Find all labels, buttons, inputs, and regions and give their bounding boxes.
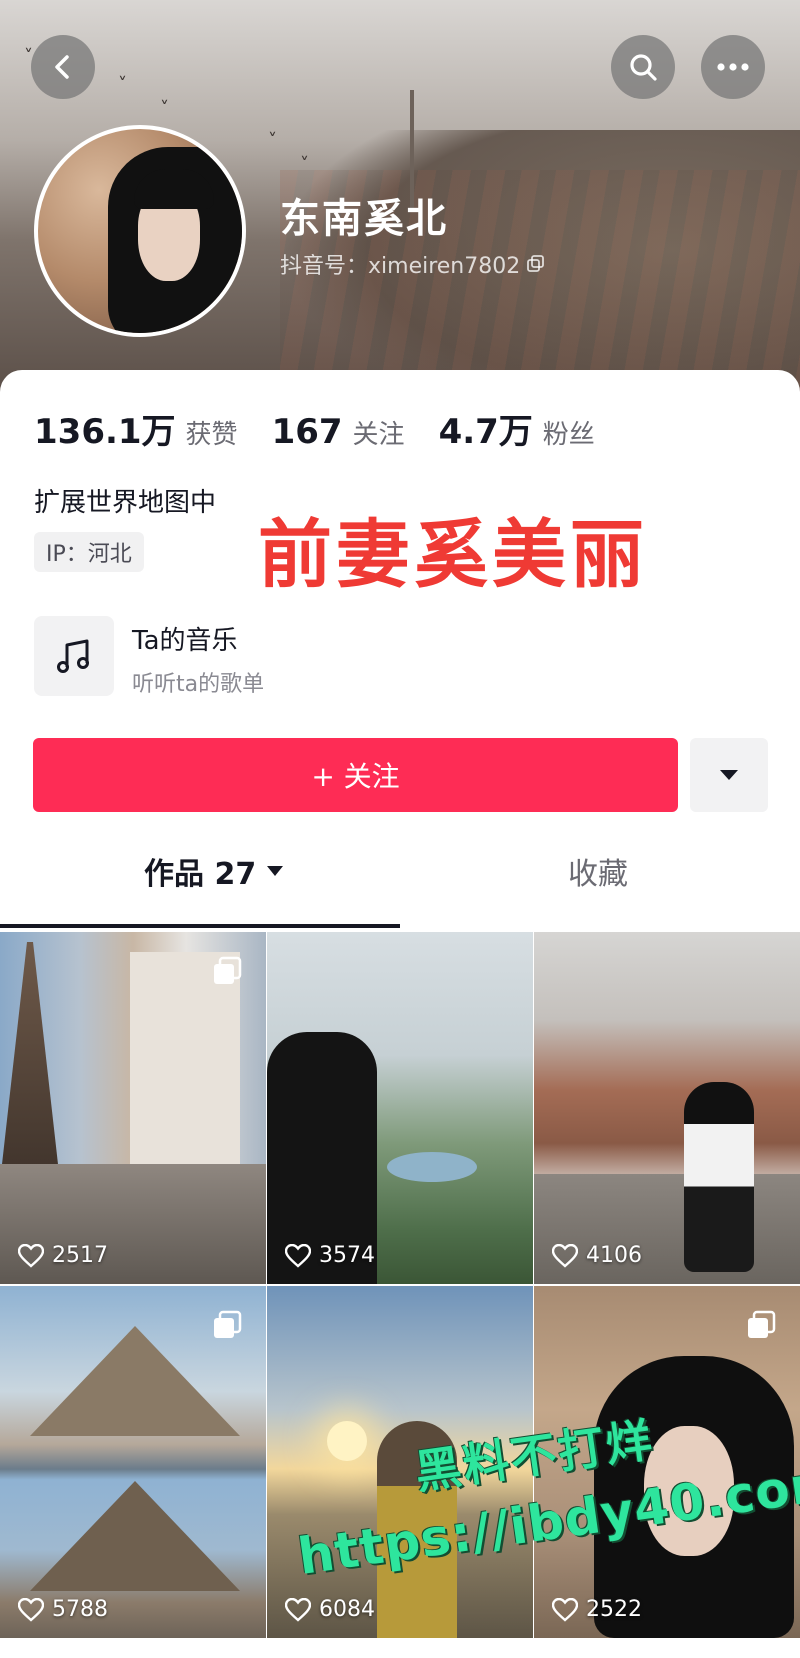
video-tile[interactable]: 4106: [534, 932, 800, 1284]
recommend-dropdown-button[interactable]: [690, 738, 768, 812]
tile-art: [327, 1421, 367, 1461]
back-button[interactable]: [31, 35, 95, 99]
multi-image-icon: [214, 1310, 242, 1338]
like-count-value: 2517: [52, 1243, 108, 1268]
heart-icon: [552, 1243, 578, 1268]
tile-art: [130, 952, 240, 1192]
nickname: 东南奚北: [280, 196, 448, 242]
bird-shape: ˅: [300, 154, 309, 175]
back-icon: [55, 55, 69, 79]
caret-down-icon: [720, 770, 738, 780]
like-count-value: 4106: [586, 1243, 642, 1268]
bird-shape: ˅: [160, 98, 169, 119]
music-title[interactable]: Ta的音乐: [132, 620, 238, 657]
video-tile[interactable]: 2517: [0, 932, 266, 1284]
avatar[interactable]: [34, 125, 246, 337]
like-count: 6084: [285, 1597, 375, 1622]
overlay-title: 前妻奚美丽: [258, 512, 648, 598]
like-count-value: 3574: [319, 1243, 375, 1268]
more-button[interactable]: [701, 35, 765, 99]
multi-image-icon: [214, 956, 242, 984]
video-tile[interactable]: 5788: [0, 1286, 266, 1638]
more-icon: [717, 63, 749, 71]
search-icon: [630, 54, 657, 81]
like-count-value: 6084: [319, 1597, 375, 1622]
heart-icon: [552, 1597, 578, 1622]
follow-button[interactable]: + 关注: [33, 738, 678, 812]
video-tile[interactable]: 3574: [267, 932, 533, 1284]
search-button[interactable]: [611, 35, 675, 99]
stat-likes[interactable]: 136.1万 获赞: [34, 404, 238, 453]
bird-shape: ˅: [118, 74, 127, 95]
copy-icon[interactable]: [526, 254, 546, 274]
stat-followers[interactable]: 4.7万 粉丝: [439, 404, 595, 453]
like-count: 2522: [552, 1597, 642, 1622]
tile-art: [387, 1152, 477, 1182]
tile-art: [30, 1326, 240, 1436]
douyin-id[interactable]: 抖音号：ximeiren7802: [280, 248, 546, 280]
bio-text: 扩展世界地图中: [34, 488, 217, 518]
tab-works[interactable]: 作品 27: [144, 840, 284, 902]
tab-favorites-label: 收藏: [568, 857, 628, 892]
douyin-id-text: 抖音号：ximeiren7802: [280, 254, 521, 279]
following-label: 关注: [352, 420, 405, 450]
followers-label: 粉丝: [542, 420, 595, 450]
tab-works-label: 作品 27: [144, 857, 257, 892]
like-count-value: 2522: [586, 1597, 642, 1622]
multi-image-icon: [748, 1310, 776, 1338]
heart-icon: [18, 1597, 44, 1622]
stat-following[interactable]: 167 关注: [272, 412, 405, 452]
tile-art: [0, 942, 60, 1182]
music-entry-icon-box[interactable]: [34, 616, 114, 696]
caret-down-icon: [267, 866, 284, 876]
like-count: 2517: [18, 1243, 108, 1268]
heart-icon: [18, 1243, 44, 1268]
like-count-value: 5788: [52, 1597, 108, 1622]
like-count: 5788: [18, 1597, 108, 1622]
likes-label: 获赞: [185, 420, 238, 450]
likes-count: 136.1万: [34, 412, 176, 452]
followers-count: 4.7万: [438, 412, 533, 452]
tab-active-underline: [0, 924, 400, 928]
heart-icon: [285, 1597, 311, 1622]
profile-tabs: 作品 27 收藏: [0, 840, 800, 902]
music-note-icon: [57, 639, 89, 673]
like-count: 4106: [552, 1243, 642, 1268]
like-count: 3574: [285, 1243, 375, 1268]
tile-art: [30, 1481, 240, 1591]
tile-art: [684, 1082, 754, 1272]
ip-location-tag: IP：河北: [34, 532, 144, 572]
heart-icon: [285, 1243, 311, 1268]
tab-favorites[interactable]: 收藏: [568, 840, 628, 902]
following-count: 167: [271, 412, 343, 452]
bird-shape: ˅: [268, 130, 277, 151]
stats-row: 136.1万 获赞 167 关注 4.7万 粉丝: [34, 404, 595, 453]
music-subtitle: 听听ta的歌单: [132, 672, 265, 697]
